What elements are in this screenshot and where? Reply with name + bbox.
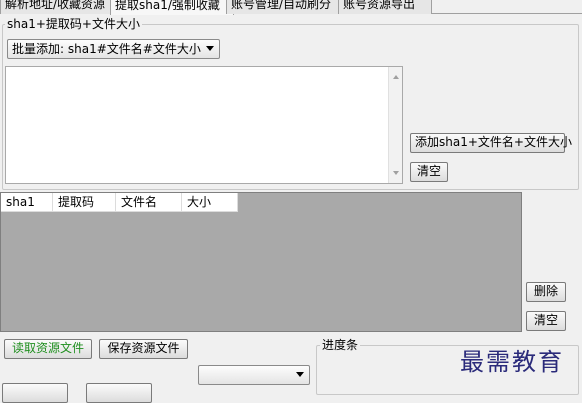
read-resource-file-button[interactable]: 读取资源文件 <box>4 339 92 359</box>
batch-add-combo[interactable]: 批量添加: sha1#文件名#文件大小 <box>7 39 220 59</box>
tab-extract-sha1[interactable]: 提取sha1/强制收藏 <box>110 0 234 15</box>
textarea-scrollbar[interactable] <box>388 67 402 183</box>
resource-list[interactable]: sha1 提取码 文件名 大小 <box>0 192 522 332</box>
tab-account-export[interactable]: 账号资源导出 <box>338 0 432 14</box>
scroll-down-icon[interactable] <box>393 171 399 175</box>
tab-parse-address[interactable]: 解析地址/收藏资源 <box>0 0 118 14</box>
batch-add-combo-value: 批量添加: sha1#文件名#文件大小 <box>12 42 201 56</box>
save-resource-file-button[interactable]: 保存资源文件 <box>99 339 188 359</box>
scroll-up-icon[interactable] <box>393 75 399 79</box>
clear-textarea-button[interactable]: 清空 <box>410 162 448 182</box>
bottom-left-button-1[interactable] <box>2 383 68 403</box>
tab-account-management[interactable]: 账号管理/自动刷分 <box>226 0 346 14</box>
list-header: sha1 提取码 文件名 大小 <box>1 193 238 212</box>
add-sha1-button[interactable]: 添加sha1+文件名+文件大小 <box>410 133 572 153</box>
chevron-down-icon <box>206 46 214 51</box>
clear-list-button[interactable]: 清空 <box>526 311 566 331</box>
column-header-code[interactable]: 提取码 <box>53 193 116 211</box>
bottom-combo[interactable] <box>198 365 310 385</box>
column-header-filename[interactable]: 文件名 <box>116 193 182 211</box>
bottom-left-button-2[interactable] <box>86 383 152 403</box>
column-header-size[interactable]: 大小 <box>182 193 238 211</box>
sha1-textarea[interactable] <box>5 66 403 184</box>
watermark-logo: 最需教育 <box>460 348 564 376</box>
delete-button[interactable]: 删除 <box>526 282 566 302</box>
sha1-group-legend: sha1+提取码+文件大小 <box>5 17 142 31</box>
tab-bar: 解析地址/收藏资源 提取sha1/强制收藏 账号管理/自动刷分 账号资源导出 <box>0 0 582 15</box>
progress-legend: 进度条 <box>320 338 361 352</box>
column-header-sha1[interactable]: sha1 <box>1 193 53 211</box>
chevron-down-icon <box>296 372 304 377</box>
